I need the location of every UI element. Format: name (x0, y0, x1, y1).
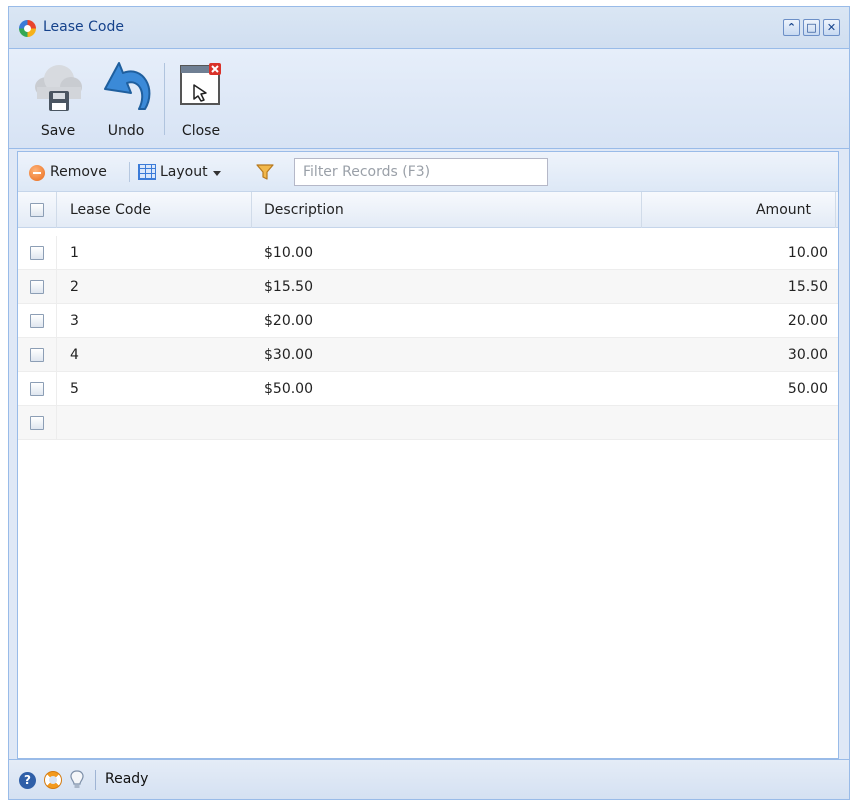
filter-icon[interactable] (255, 162, 275, 182)
window-title: Lease Code (43, 19, 124, 35)
help-icon[interactable]: ? (19, 772, 36, 789)
close-button[interactable]: Close (172, 57, 230, 145)
layout-icon[interactable] (138, 164, 156, 180)
maximize-icon[interactable]: □ (803, 19, 820, 36)
table-row[interactable]: 1 $10.00 10.00 (18, 236, 838, 270)
description-cell[interactable]: $50.00 (264, 381, 313, 397)
table-row[interactable]: 2 $15.50 15.50 (18, 270, 838, 304)
filter-records-input[interactable] (294, 158, 548, 186)
table-row[interactable]: 4 $30.00 30.00 (18, 338, 838, 372)
amount-cell[interactable]: 10.00 (788, 245, 828, 261)
lease-code-cell[interactable]: 5 (70, 381, 79, 397)
description-cell[interactable]: $15.50 (264, 279, 313, 295)
app-logo-icon (19, 20, 36, 37)
column-header-description[interactable]: Description (252, 192, 642, 228)
grid-header: Lease Code Description Amount (18, 192, 838, 228)
header-select-all-cell (18, 192, 57, 228)
status-separator (95, 770, 96, 790)
grid-toolbar-separator (129, 162, 130, 182)
amount-cell[interactable]: 15.50 (788, 279, 828, 295)
support-lifebuoy-icon[interactable] (44, 771, 62, 789)
table-row[interactable]: 5 $50.00 50.00 (18, 372, 838, 406)
grid-toolbar: Remove Layout (18, 152, 838, 192)
lightbulb-icon[interactable] (69, 770, 85, 790)
status-bar: ? Ready (9, 759, 849, 799)
restore-icon[interactable]: ⌃ (783, 19, 800, 36)
save-button[interactable]: Save (29, 57, 87, 145)
row-checkbox[interactable] (30, 314, 44, 328)
column-header-lease-code[interactable]: Lease Code (57, 192, 252, 228)
row-checkbox[interactable] (30, 348, 44, 362)
remove-icon[interactable] (29, 165, 45, 181)
description-cell[interactable]: $10.00 (264, 245, 313, 261)
new-record-row[interactable] (18, 406, 838, 440)
status-text: Ready (105, 771, 149, 787)
amount-cell[interactable]: 30.00 (788, 347, 828, 363)
column-header-amount[interactable]: Amount (642, 192, 836, 228)
main-toolbar: Save Undo Close (9, 49, 849, 149)
close-window-icon[interactable]: ✕ (823, 19, 840, 36)
remove-button[interactable]: Remove (50, 164, 107, 180)
lease-code-cell[interactable]: 4 (70, 347, 79, 363)
save-label: Save (40, 123, 76, 139)
description-cell[interactable]: $20.00 (264, 313, 313, 329)
toolbar-separator (164, 63, 165, 135)
layout-button[interactable]: Layout (160, 164, 208, 180)
row-checkbox[interactable] (30, 246, 44, 260)
title-bar: Lease Code ⌃ □ ✕ (9, 7, 849, 49)
close-form-icon (180, 63, 221, 105)
chevron-down-icon[interactable] (213, 171, 221, 176)
amount-cell[interactable]: 50.00 (788, 381, 828, 397)
amount-cell[interactable]: 20.00 (788, 313, 828, 329)
undo-button[interactable]: Undo (97, 57, 155, 145)
row-checkbox[interactable] (30, 280, 44, 294)
lease-code-window: Lease Code ⌃ □ ✕ Save Undo Close Remove … (8, 6, 850, 800)
lease-code-grid-panel: Remove Layout Lease Code Description Amo… (17, 151, 839, 759)
description-cell[interactable]: $30.00 (264, 347, 313, 363)
lease-code-cell[interactable]: 3 (70, 313, 79, 329)
undo-icon (104, 62, 151, 110)
row-checkbox[interactable] (30, 382, 44, 396)
undo-label: Undo (107, 123, 145, 139)
save-icon (35, 65, 82, 111)
table-row[interactable]: 3 $20.00 20.00 (18, 304, 838, 338)
lease-code-cell[interactable]: 2 (70, 279, 79, 295)
close-label: Close (181, 123, 221, 139)
lease-code-cell[interactable]: 1 (70, 245, 79, 261)
row-checkbox[interactable] (30, 416, 44, 430)
select-all-checkbox[interactable] (30, 203, 44, 217)
